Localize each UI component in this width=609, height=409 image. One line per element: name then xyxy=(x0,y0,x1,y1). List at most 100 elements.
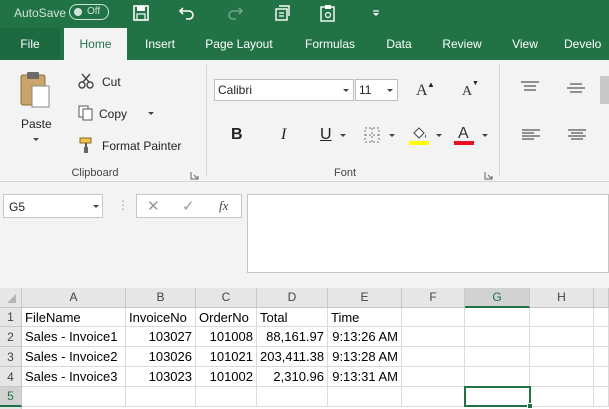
tab-insert[interactable]: Insert xyxy=(135,28,185,60)
cell-e3[interactable]: 9:13:28 AM xyxy=(328,347,402,367)
tab-data[interactable]: Data xyxy=(378,28,420,60)
cell-b2[interactable]: 103027 xyxy=(126,327,196,347)
borders-dropdown-icon[interactable] xyxy=(389,134,395,137)
align-center-icon[interactable] xyxy=(567,128,587,145)
touch-mode-icon[interactable] xyxy=(272,3,292,23)
font-size-dropdown-icon[interactable] xyxy=(387,89,393,92)
font-name-dropdown-icon[interactable] xyxy=(343,89,349,92)
name-box-dropdown-icon[interactable] xyxy=(93,205,99,208)
cell-h2[interactable] xyxy=(530,327,594,347)
align-left-icon[interactable] xyxy=(521,128,541,145)
cell-g1[interactable] xyxy=(465,308,530,327)
cell-g4[interactable] xyxy=(465,367,530,387)
tab-file[interactable]: File xyxy=(0,28,60,60)
cell-d4[interactable]: 2,310.96 xyxy=(257,367,328,387)
redo-icon[interactable] xyxy=(225,3,245,23)
column-header-b[interactable]: B xyxy=(126,288,196,308)
cell-c5[interactable] xyxy=(196,387,257,407)
cell-d1[interactable]: Total xyxy=(257,308,328,327)
row-header-2[interactable]: 2 xyxy=(0,327,22,347)
row-header-5[interactable]: 5 xyxy=(0,387,22,407)
customize-toolbar-icon[interactable] xyxy=(366,3,386,23)
cell-b5[interactable] xyxy=(126,387,196,407)
fill-color-dropdown-icon[interactable] xyxy=(436,134,442,137)
column-header-h[interactable]: H xyxy=(530,288,594,308)
increase-font-size-button[interactable]: A xyxy=(416,82,428,100)
cell-b3[interactable]: 103026 xyxy=(126,347,196,367)
cell-f4[interactable] xyxy=(402,367,465,387)
tab-formulas[interactable]: Formulas xyxy=(295,28,365,60)
cell-a5[interactable] xyxy=(22,387,126,407)
row-header-4[interactable]: 4 xyxy=(0,367,22,387)
cut-label[interactable]: Cut xyxy=(102,75,121,89)
cut-icon[interactable] xyxy=(77,72,95,93)
tab-review[interactable]: Review xyxy=(436,28,488,60)
column-header-e[interactable]: E xyxy=(328,288,402,308)
cell-h3[interactable] xyxy=(530,347,594,367)
cell-i1[interactable] xyxy=(594,308,609,327)
font-color-icon[interactable]: A xyxy=(452,122,476,149)
cell-f1[interactable] xyxy=(402,308,465,327)
middle-align-icon[interactable] xyxy=(566,82,586,99)
paste-label[interactable]: Paste xyxy=(21,117,52,131)
italic-button[interactable]: I xyxy=(281,126,286,144)
decrease-font-size-button[interactable]: A xyxy=(462,84,472,100)
cancel-entry-icon[interactable]: ✕ xyxy=(147,197,160,215)
cell-e2[interactable]: 9:13:26 AM xyxy=(328,327,402,347)
tab-developer[interactable]: Develo xyxy=(564,28,609,60)
tab-page-layout[interactable]: Page Layout xyxy=(199,28,279,60)
undo-icon[interactable] xyxy=(177,3,197,23)
cell-h4[interactable] xyxy=(530,367,594,387)
cell-d5[interactable] xyxy=(257,387,328,407)
cell-e1[interactable]: Time xyxy=(328,308,402,327)
format-painter-label[interactable]: Format Painter xyxy=(102,139,181,153)
cell-e4[interactable]: 9:13:31 AM xyxy=(328,367,402,387)
cell-i2[interactable] xyxy=(594,327,609,347)
save-icon[interactable] xyxy=(131,3,151,23)
cell-c4[interactable]: 101002 xyxy=(196,367,257,387)
confirm-entry-icon[interactable]: ✓ xyxy=(182,197,195,215)
formula-bar-grip-icon[interactable]: ⋮ xyxy=(117,198,129,212)
column-header-c[interactable]: C xyxy=(196,288,257,308)
cell-f5[interactable] xyxy=(402,387,465,407)
bold-button[interactable]: B xyxy=(231,126,243,144)
ribbon-scroll-thumb[interactable] xyxy=(600,76,609,104)
fill-color-icon[interactable] xyxy=(408,124,430,149)
cell-a2[interactable]: Sales - Invoice1 xyxy=(22,327,126,347)
copy-icon[interactable] xyxy=(77,104,95,125)
paste-icon[interactable] xyxy=(18,70,52,113)
paste-dropdown-icon[interactable] xyxy=(33,138,39,141)
formula-input[interactable] xyxy=(247,194,609,273)
cell-a4[interactable]: Sales - Invoice3 xyxy=(22,367,126,387)
tab-view[interactable]: View xyxy=(504,28,546,60)
cell-g2[interactable] xyxy=(465,327,530,347)
fill-handle[interactable] xyxy=(527,403,533,409)
copy-dropdown-icon[interactable] xyxy=(148,112,154,115)
cell-h1[interactable] xyxy=(530,308,594,327)
row-header-1[interactable]: 1 xyxy=(0,308,22,327)
autosave-toggle[interactable]: Off xyxy=(69,4,109,20)
select-all-corner[interactable] xyxy=(0,288,22,308)
column-header-i[interactable] xyxy=(594,288,609,308)
font-launcher-icon[interactable] xyxy=(484,169,493,180)
row-header-3[interactable]: 3 xyxy=(0,347,22,367)
copy-label[interactable]: Copy xyxy=(99,107,127,121)
column-header-d[interactable]: D xyxy=(257,288,328,308)
active-cell-selection[interactable] xyxy=(464,386,533,409)
cell-e5[interactable] xyxy=(328,387,402,407)
cell-g3[interactable] xyxy=(465,347,530,367)
cell-c1[interactable]: OrderNo xyxy=(196,308,257,327)
font-color-dropdown-icon[interactable] xyxy=(482,134,488,137)
column-header-f[interactable]: F xyxy=(402,288,465,308)
cell-d3[interactable]: 203,411.38 xyxy=(257,347,328,367)
cell-i5[interactable] xyxy=(594,387,609,407)
tab-home[interactable]: Home xyxy=(64,28,127,60)
cell-f3[interactable] xyxy=(402,347,465,367)
cell-b4[interactable]: 103023 xyxy=(126,367,196,387)
cell-i4[interactable] xyxy=(594,367,609,387)
cell-c3[interactable]: 101021 xyxy=(196,347,257,367)
print-preview-icon[interactable] xyxy=(318,3,338,23)
name-box[interactable]: G5 xyxy=(3,194,103,218)
cell-c2[interactable]: 101008 xyxy=(196,327,257,347)
cell-d2[interactable]: 88,161.97 xyxy=(257,327,328,347)
